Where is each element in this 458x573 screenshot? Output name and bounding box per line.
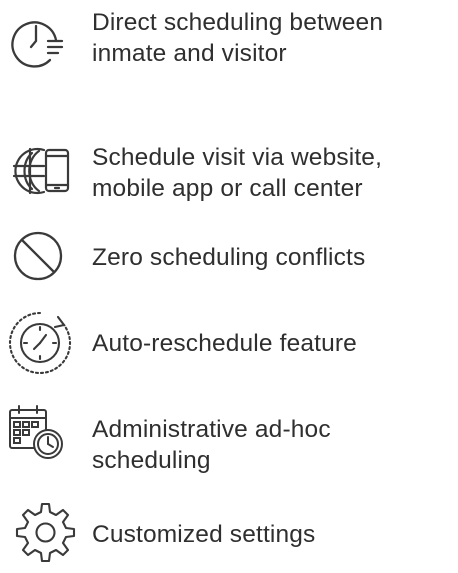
calendar-clock-icon xyxy=(6,398,86,468)
feature-line: Direct scheduling between xyxy=(92,9,384,36)
feature-text: Zero scheduling conflicts xyxy=(92,242,365,273)
feature-line: Customized settings xyxy=(92,521,316,548)
globe-mobile-icon xyxy=(6,136,86,206)
feature-line: Auto-reschedule feature xyxy=(92,330,357,357)
feature-text: Administrative ad-hoc scheduling xyxy=(92,414,331,476)
feature-line: Zero scheduling conflicts xyxy=(92,244,366,271)
feature-line: scheduling xyxy=(92,447,211,474)
feature-text: Direct scheduling between inmate and vis… xyxy=(92,7,383,69)
feature-line: mobile app or call center xyxy=(92,175,363,202)
no-conflict-icon xyxy=(6,222,86,292)
clock-list-icon xyxy=(6,8,86,78)
settings-gear-icon xyxy=(6,497,86,567)
feature-text: Schedule visit via website, mobile app o… xyxy=(92,142,382,204)
feature-text: Auto-reschedule feature xyxy=(92,328,357,359)
feature-line: Administrative ad-hoc xyxy=(92,416,331,443)
feature-list: Direct scheduling between inmate and vis… xyxy=(0,0,458,573)
auto-reschedule-clock-icon xyxy=(6,305,86,375)
feature-text: Customized settings xyxy=(92,519,315,550)
feature-line: Schedule visit via website, xyxy=(92,144,383,171)
feature-line: inmate and visitor xyxy=(92,40,287,67)
